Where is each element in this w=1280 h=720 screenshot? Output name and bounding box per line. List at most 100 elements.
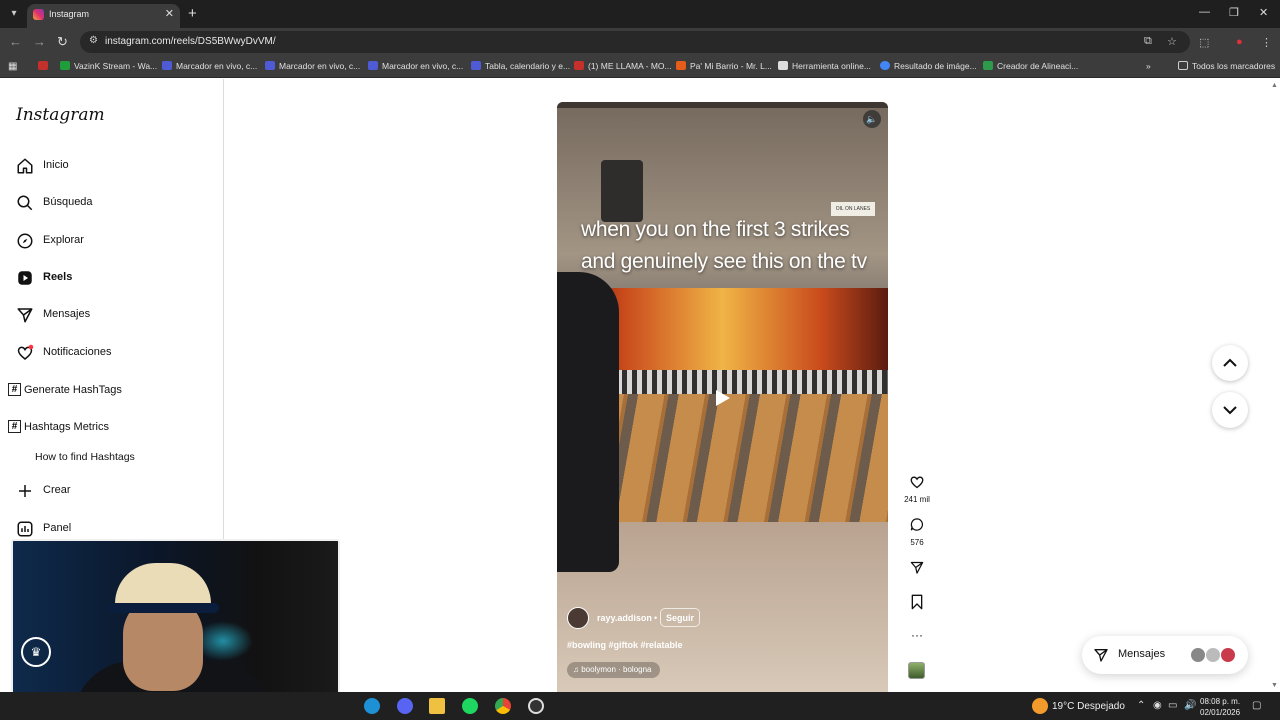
minimize-icon[interactable]: — [1199, 6, 1210, 18]
bookmark-item[interactable]: Pa' Mi Barrio - Mr. L... [676, 61, 772, 71]
back-icon[interactable]: ← [9, 34, 22, 49]
sidebar-item-mensajes[interactable]: Mensajes [16, 304, 216, 328]
volume-icon[interactable]: 🔊 [1184, 700, 1196, 711]
clock-date: 02/01/2026 [1200, 708, 1241, 717]
weather-icon [1032, 698, 1048, 714]
obs-icon[interactable] [528, 698, 544, 714]
bookmark-favicon-icon [162, 61, 172, 70]
reel-hashtags[interactable]: #bowling #giftok #relatable [567, 640, 683, 650]
menu-kebab-icon[interactable]: ⋮ [1261, 36, 1272, 49]
save-button[interactable] [904, 594, 930, 615]
install-app-icon[interactable]: ⧉ [1144, 35, 1152, 48]
restore-icon[interactable]: ❐ [1229, 6, 1239, 19]
close-window-icon[interactable]: ✕ [1259, 6, 1268, 19]
sidebar-item-label: Reels [43, 271, 73, 283]
sidebar-item-reels[interactable]: Reels [16, 267, 216, 291]
heart-icon [17, 344, 34, 360]
site-info-icon[interactable]: ⚙ [89, 35, 98, 46]
sidebar-item-label: Notificaciones [43, 346, 112, 358]
channel-logo-icon: ♛ [21, 637, 51, 667]
audio-thumbnail[interactable] [908, 662, 925, 679]
reel-video[interactable]: OIL ON LANES when you on the first 3 str… [557, 102, 888, 692]
chevron-up-icon[interactable]: ⌃ [1137, 700, 1145, 711]
scrollbar-down-arrow[interactable]: ▼ [1271, 682, 1278, 689]
previous-reel-button[interactable] [1212, 345, 1248, 381]
chevron-up-icon [1223, 358, 1237, 367]
profile-icon[interactable]: ● [1236, 36, 1243, 48]
network-icon[interactable]: ▭ [1168, 700, 1177, 711]
follow-button[interactable]: Seguir [660, 608, 701, 627]
bookmark-item[interactable]: Marcador en vivo, c... [265, 61, 360, 71]
instagram-logo[interactable]: Instagram [16, 105, 105, 125]
bookmark-item[interactable]: Resultado de imáge... [880, 61, 977, 71]
close-tab-icon[interactable]: ✕ [165, 7, 174, 20]
play-icon[interactable] [712, 388, 732, 408]
bookmark-item[interactable]: Herramienta online... [778, 61, 871, 71]
bookmark-item[interactable]: Creador de Alineaci... [983, 61, 1078, 71]
likes-count: 241 mil [904, 495, 930, 504]
like-button[interactable]: 241 mil [904, 474, 930, 504]
reload-icon[interactable]: ↻ [57, 34, 68, 50]
search-icon [17, 195, 33, 211]
bookmark-icon [911, 594, 923, 610]
bookmarks-bar: ▦ VazinK Stream - Wa... Marcador en vivo… [0, 56, 1280, 78]
discord-icon[interactable] [397, 698, 413, 714]
file-explorer-icon[interactable] [429, 698, 445, 714]
webcam-overlay: ♛ [11, 539, 340, 713]
reel-username[interactable]: rayy.addison [597, 613, 652, 623]
weather-text[interactable]: 19°C Despejado [1052, 701, 1125, 712]
bookmark-favicon-icon [676, 61, 686, 70]
sidebar-item-notificaciones[interactable]: Notificaciones [16, 342, 216, 366]
reel-audio-track[interactable]: ♫ boolymon · bologna [567, 662, 660, 678]
plus-icon [19, 485, 31, 497]
video-bowler [557, 272, 619, 572]
how-to-find-hashtags-link[interactable]: How to find Hashtags [35, 451, 135, 463]
next-reel-button[interactable] [1212, 392, 1248, 428]
chrome-icon[interactable] [495, 698, 511, 714]
heart-icon [910, 476, 924, 489]
bookmark-favicon-icon [778, 61, 788, 70]
sidebar-item-label: Panel [43, 522, 72, 534]
webcam-cap-brim [109, 603, 219, 613]
sound-icon[interactable]: 🔈 [863, 110, 881, 128]
hashtag-item-label: Generate HashTags [24, 384, 122, 396]
all-bookmarks-folder[interactable]: Todos los marcadores [1178, 61, 1275, 71]
bookmark-favicon-icon [265, 61, 275, 70]
sidebar-item-explorar[interactable]: Explorar [16, 230, 216, 254]
bookmark-item[interactable]: Marcador en vivo, c... [162, 61, 257, 71]
address-bar[interactable]: ⚙ instagram.com/reels/DS5BWwyDvVM/ ⧉ ☆ [80, 31, 1190, 53]
hashtag-icon: # [8, 420, 21, 433]
bookmark-item[interactable]: (1) ME LLAMA - MO... [574, 61, 672, 71]
avatar[interactable] [567, 607, 589, 629]
browser-tab[interactable]: Instagram ✕ [27, 4, 180, 28]
sidebar-item-inicio[interactable]: Inicio [16, 155, 216, 179]
bookmark-item[interactable]: Marcador en vivo, c... [368, 61, 463, 71]
bookmark-item[interactable]: Tabla, calendario y e... [471, 61, 570, 71]
bookmark-favicon-icon [368, 61, 378, 70]
sidebar-item-busqueda[interactable]: Búsqueda [16, 192, 216, 216]
sidebar-item-crear[interactable]: Crear [16, 480, 216, 504]
bookmark-youtube-icon[interactable] [38, 61, 52, 71]
forward-icon[interactable]: → [33, 34, 46, 49]
windows-taskbar: 19°C Despejado ⌃ ◉ ▭ 🔊 08:08 p. m. 02/01… [0, 692, 1280, 720]
more-options-icon[interactable]: ··· [904, 628, 930, 642]
share-button[interactable] [904, 560, 930, 580]
new-tab-icon[interactable]: + [188, 5, 197, 22]
edge-icon[interactable] [364, 698, 380, 714]
messages-button[interactable]: Mensajes [1082, 636, 1248, 674]
bookmark-item[interactable]: VazinK Stream - Wa... [60, 61, 157, 71]
more-bookmarks-icon[interactable]: » [1146, 61, 1151, 71]
extensions-icon[interactable]: ⬚ [1199, 36, 1209, 49]
scrollbar-up-arrow[interactable]: ▲ [1271, 82, 1278, 89]
music-note-icon: ♫ [573, 665, 582, 674]
bookmark-star-icon[interactable]: ☆ [1167, 35, 1177, 48]
notifications-icon[interactable]: ▢ [1252, 700, 1261, 711]
record-icon[interactable]: ◉ [1153, 700, 1162, 711]
url-text[interactable]: instagram.com/reels/DS5BWwyDvVM/ [105, 36, 276, 47]
sidebar-item-label: Mensajes [43, 308, 91, 320]
comment-button[interactable]: 576 [904, 517, 930, 547]
system-clock[interactable]: 08:08 p. m. 02/01/2026 [1200, 696, 1240, 718]
tab-search-icon[interactable]: ▾ [6, 6, 22, 22]
apps-grid-icon[interactable]: ▦ [8, 61, 17, 72]
spotify-icon[interactable] [462, 698, 478, 714]
